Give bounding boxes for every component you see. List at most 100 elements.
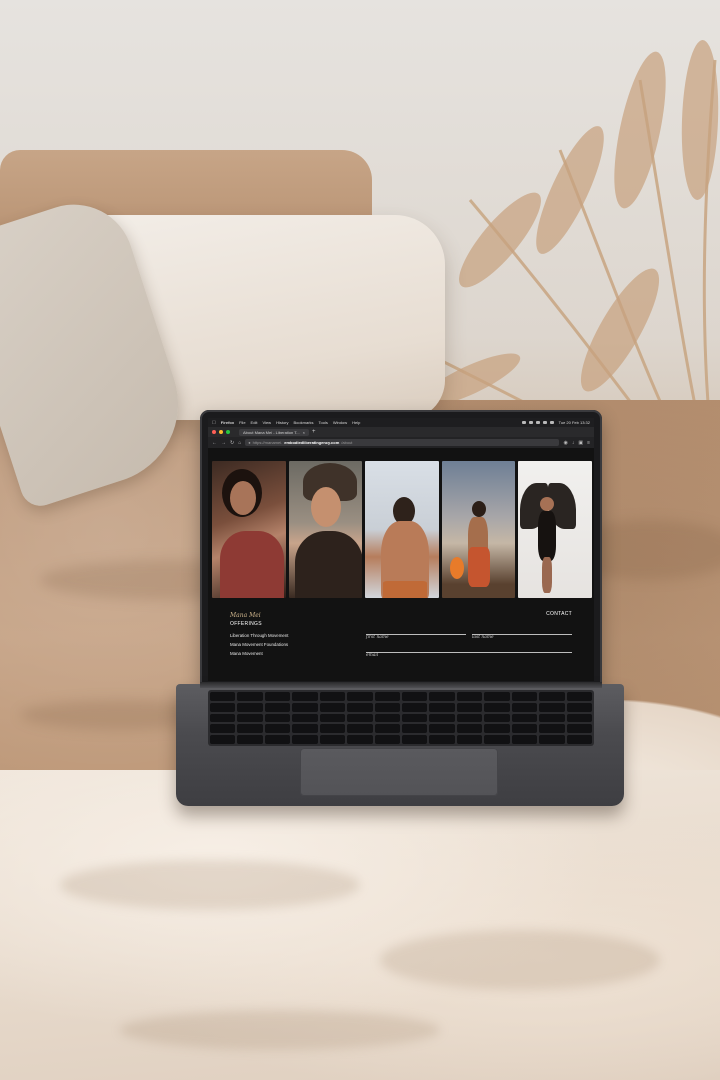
close-tab-icon[interactable]: × xyxy=(303,430,305,435)
url-bar[interactable]: ● https://manamei. embodiedliberatingency… xyxy=(245,439,560,446)
macos-menu-bar:  Firefox File Edit View History Bookmar… xyxy=(208,418,594,427)
keyboard-key xyxy=(484,702,510,712)
laptop-trackpad xyxy=(300,748,498,796)
keyboard-key xyxy=(264,702,291,712)
last-name-label: last name xyxy=(472,635,494,640)
keyboard-key xyxy=(374,702,400,712)
keyboard-key xyxy=(347,713,373,723)
keyboard-key xyxy=(374,735,400,744)
keyboard-key xyxy=(484,735,510,744)
control-center-icon[interactable] xyxy=(549,421,554,424)
keyboard-key xyxy=(319,692,346,701)
status-icon[interactable] xyxy=(521,421,526,424)
keyboard-key xyxy=(264,692,291,701)
keyboard-key xyxy=(347,724,373,734)
keyboard-key xyxy=(210,724,236,734)
keyboard-key xyxy=(511,713,538,723)
gallery-photo-1[interactable] xyxy=(212,461,286,598)
blanket-fold xyxy=(120,1010,440,1050)
pocket-icon[interactable]: ◉ xyxy=(563,440,567,446)
menu-app-name[interactable]: Firefox xyxy=(221,420,234,425)
keyboard-key xyxy=(456,702,483,712)
laptop-hinge xyxy=(200,682,602,688)
last-name-field[interactable] xyxy=(472,626,572,635)
gallery-photo-4[interactable] xyxy=(441,461,516,598)
url-path: /about xyxy=(341,440,353,445)
keyboard-key xyxy=(511,724,538,734)
keyboard-key xyxy=(319,713,346,723)
apple-icon[interactable]:  xyxy=(212,420,216,426)
keyboard-key xyxy=(429,692,455,701)
keyboard-key xyxy=(539,713,565,723)
menu-view[interactable]: View xyxy=(262,420,271,425)
gallery-photo-5[interactable] xyxy=(518,461,592,598)
keyboard-key xyxy=(456,713,483,723)
menu-file[interactable]: File xyxy=(239,420,245,425)
extensions-icon[interactable]: ▣ xyxy=(578,440,583,446)
keyboard-key xyxy=(264,724,291,734)
home-icon[interactable]: ⌂ xyxy=(238,440,241,446)
wifi-icon[interactable] xyxy=(528,421,533,424)
keyboard-key xyxy=(566,692,592,701)
keyboard-key xyxy=(210,735,236,744)
keyboard-key xyxy=(210,692,236,701)
zoom-window-button[interactable] xyxy=(226,430,230,434)
offering-link[interactable]: Liberation Through Movement xyxy=(230,631,289,640)
browser-tab[interactable]: About Mana Mei - Liberation T... × xyxy=(239,428,309,436)
blanket-fold xyxy=(60,860,360,910)
keyboard-key xyxy=(402,724,428,734)
page-footer: Mana Mei OFFERINGS Liberation Through Mo… xyxy=(208,598,594,681)
keyboard-key xyxy=(566,735,592,744)
menu-tools[interactable]: Tools xyxy=(319,420,328,425)
menu-edit[interactable]: Edit xyxy=(251,420,258,425)
menu-window[interactable]: Window xyxy=(333,420,347,425)
photo-gallery xyxy=(212,461,592,598)
email-field[interactable] xyxy=(366,644,572,653)
reload-icon[interactable]: ↻ xyxy=(230,440,234,446)
keyboard-key xyxy=(429,735,455,744)
keyboard-key xyxy=(292,713,318,723)
keyboard-key xyxy=(292,735,318,744)
url-domain: embodiedliberatingency.com xyxy=(284,440,340,445)
keyboard-key xyxy=(210,713,236,723)
close-window-button[interactable] xyxy=(212,430,216,434)
new-tab-button[interactable]: + xyxy=(312,429,316,435)
gallery-photo-3[interactable] xyxy=(365,461,439,598)
offerings-heading: OFFERINGS xyxy=(230,621,262,627)
keyboard-key xyxy=(429,724,455,734)
offering-link[interactable]: Mana Movement xyxy=(230,649,289,658)
url-prefix: https://manamei. xyxy=(252,440,283,445)
battery-icon[interactable] xyxy=(535,421,540,424)
minimize-window-button[interactable] xyxy=(219,430,223,434)
first-name-field[interactable] xyxy=(366,626,466,635)
tab-title: About Mana Mei - Liberation T... xyxy=(243,429,300,435)
keyboard-key xyxy=(402,702,428,712)
keyboard-key xyxy=(292,702,318,712)
site-logo[interactable]: Mana Mei xyxy=(230,612,261,619)
keyboard-key xyxy=(539,702,565,712)
keyboard-key xyxy=(347,735,373,744)
keyboard-key xyxy=(456,692,483,701)
keyboard-key xyxy=(319,702,346,712)
menu-clock[interactable]: Tue 20 Feb 13:32 xyxy=(559,420,590,425)
laptop-screen:  Firefox File Edit View History Bookmar… xyxy=(208,418,594,681)
menu-help[interactable]: Help xyxy=(352,420,360,425)
keyboard-key xyxy=(319,735,346,744)
back-icon[interactable]: ← xyxy=(212,440,217,446)
keyboard-key xyxy=(456,735,483,744)
keyboard-key xyxy=(484,713,510,723)
menu-bookmarks[interactable]: Bookmarks xyxy=(294,420,314,425)
keyboard-key xyxy=(511,735,538,744)
bedroom-scene:  Firefox File Edit View History Bookmar… xyxy=(0,0,720,1080)
keyboard-key xyxy=(237,692,263,701)
menu-history[interactable]: History xyxy=(276,420,288,425)
download-icon[interactable]: ↓ xyxy=(572,440,575,446)
keyboard-key xyxy=(237,724,263,734)
keyboard-key xyxy=(511,702,538,712)
forward-icon[interactable]: → xyxy=(221,440,226,446)
menu-icon[interactable]: ≡ xyxy=(587,440,590,446)
keyboard-key xyxy=(292,692,318,701)
search-icon[interactable] xyxy=(542,421,547,424)
offering-link[interactable]: Mana Movement Foundations xyxy=(230,640,289,649)
gallery-photo-2[interactable] xyxy=(288,461,363,598)
